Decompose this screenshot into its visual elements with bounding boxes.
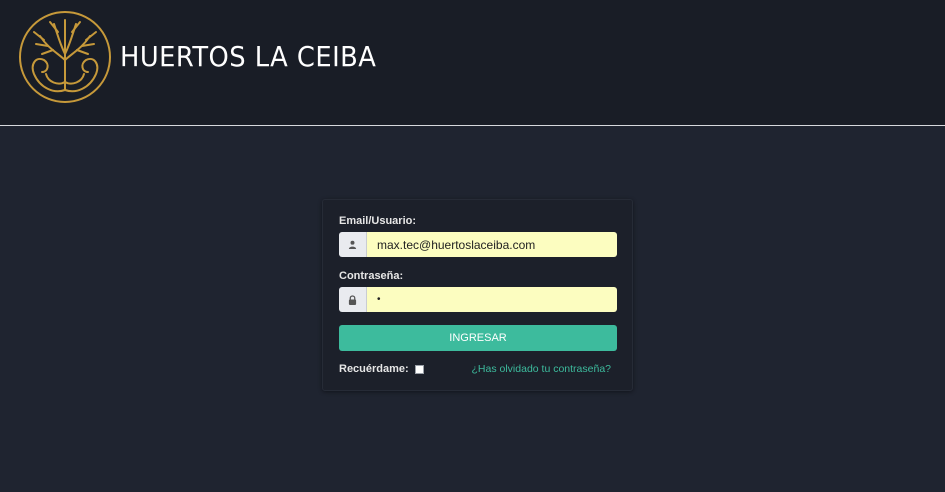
email-field[interactable] (367, 232, 617, 257)
brand-name: HUERTOS LA CEIBA (120, 40, 377, 73)
password-input-group: • (339, 287, 617, 312)
email-input-group (339, 232, 617, 257)
user-icon (339, 232, 367, 257)
login-card: Email/Usuario: Contraseña: • INGRESAR Re… (322, 199, 633, 391)
forgot-password-link[interactable]: ¿Has olvidado tu contraseña? (472, 363, 612, 375)
password-field[interactable]: • (367, 287, 617, 312)
password-label: Contraseña: (339, 270, 404, 282)
top-header: HUERTOS LA CEIBA (0, 0, 945, 126)
ceiba-tree-logo-icon (19, 11, 111, 103)
password-value: • (377, 294, 381, 305)
lock-icon (339, 287, 367, 312)
email-label: Email/Usuario: (339, 215, 417, 227)
remember-me: Recuérdame: (339, 363, 424, 375)
login-button[interactable]: INGRESAR (339, 325, 617, 351)
remember-checkbox[interactable] (414, 364, 424, 374)
remember-label: Recuérdame: (339, 363, 409, 375)
